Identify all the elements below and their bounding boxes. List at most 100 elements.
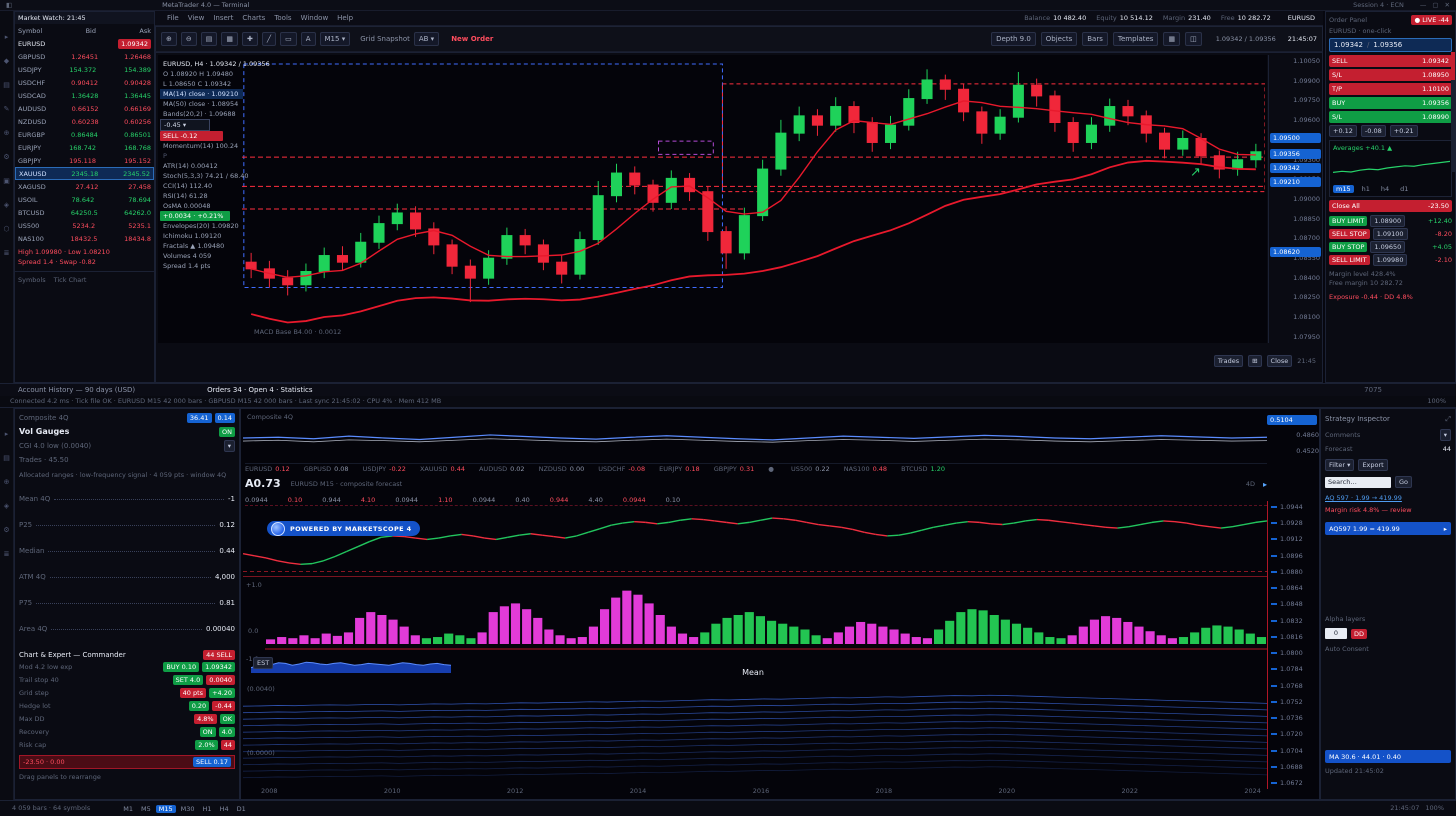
order-button[interactable]: S/L 1.08990 — [1329, 111, 1452, 123]
market-row[interactable]: AUDUSD 0.66152 0.66169 — [15, 102, 154, 115]
expert-log-row[interactable]: Risk cap 2.0% 44 — [19, 738, 235, 751]
export-button[interactable]: Export — [1358, 459, 1387, 471]
bottom-chart-area[interactable]: Composite 4Q 0.5104 0.4860 0.4520 EURUSD… — [240, 408, 1320, 800]
ticker-item[interactable]: EURUSD 0.12 — [245, 465, 290, 474]
indicator-row[interactable]: O 1.08920 H 1.09480 — [160, 69, 250, 79]
expert-log-row[interactable]: Trail stop 40 SET 4.0 0.0040 — [19, 673, 235, 686]
menu-charts[interactable]: Charts — [242, 13, 265, 23]
indicator-row[interactable]: Ichimoku 1.09120 — [160, 231, 250, 241]
col-ask[interactable]: Ask — [139, 27, 151, 35]
panel-scrollbar[interactable] — [1451, 52, 1455, 172]
cgi-dropdown[interactable]: ▾ — [224, 440, 235, 452]
pending-order-row[interactable]: SELL LIMIT 1.09980 -2.10 — [1329, 253, 1452, 266]
indicator-row[interactable]: Momentum(14) 100.24 — [160, 141, 250, 151]
tool-icon[interactable]: ▣ — [3, 177, 10, 185]
tool-icon[interactable]: ▤ — [3, 454, 10, 462]
expert-log-row[interactable]: Max DD 4.8% OK — [19, 712, 235, 725]
toolbar-button[interactable]: Templates — [1113, 32, 1159, 46]
toolbar-icon[interactable]: ▭ — [280, 32, 297, 46]
price-trend-chart[interactable] — [243, 507, 1267, 579]
market-row[interactable]: GBPUSD 1.26451 1.26468 — [15, 50, 154, 63]
market-row[interactable]: USDJPY 154.372 154.389 — [15, 63, 154, 76]
ticker-item[interactable]: EURJPY 0.18 — [659, 465, 700, 474]
market-row[interactable]: USDCAD 1.36428 1.36445 — [15, 89, 154, 102]
col-bid[interactable]: Bid — [86, 27, 96, 35]
tool-icon[interactable]: ◆ — [4, 57, 9, 65]
tool-icon[interactable]: ⚙ — [3, 153, 9, 161]
indicator-row[interactable]: Stoch(5,3,3) 74.21 / 68.40 — [160, 171, 250, 181]
ma-summary-row[interactable]: MA 30.6 · 44.01 · 0.40 — [1325, 750, 1451, 763]
maximize-button[interactable]: ▢ — [1432, 1, 1438, 10]
market-row[interactable]: XAGUSD 27.412 27.458 — [15, 180, 154, 193]
forecast-range-tag[interactable]: 4D — [1246, 480, 1255, 489]
grid-snapshot-button[interactable]: Grid Snapshot — [360, 34, 410, 44]
market-row[interactable]: XAUUSD 2345.18 2345.52 — [15, 167, 154, 180]
timeframe-button[interactable]: D1 — [234, 805, 249, 813]
expert-log-row[interactable]: Hedge lot 0.20 -0.44 — [19, 699, 235, 712]
ticker-item[interactable]: ● — [768, 465, 777, 474]
toolbar-icon[interactable]: ✚ — [242, 32, 258, 46]
market-watch-tab[interactable]: Symbols — [18, 276, 46, 285]
indicator-row[interactable]: CCI(14) 112.40 — [160, 181, 250, 191]
market-top-row[interactable]: EURUSD 1.09342 — [15, 37, 154, 50]
toolbar-button[interactable]: ▦ — [1163, 32, 1180, 46]
indicator-row[interactable]: Fractals ▲ 1.09480 — [160, 241, 250, 251]
tool-icon[interactable]: ▸ — [5, 430, 9, 438]
tool-icon[interactable]: ≣ — [4, 550, 10, 558]
expert-log-row[interactable]: Mod 4.2 low exp BUY 0.10 1.09342 — [19, 660, 235, 673]
result-link[interactable]: AQ 597 · 1.99 → 419.99 — [1325, 494, 1451, 502]
menu-file[interactable]: File — [167, 13, 179, 23]
market-row[interactable]: BTCUSD 64250.5 64262.0 — [15, 206, 154, 219]
ticker-item[interactable]: USDJPY -0.22 — [363, 465, 406, 474]
ticker-item[interactable]: GBPJPY 0.31 — [714, 465, 755, 474]
col-symbol[interactable]: Symbol — [18, 27, 42, 35]
indicator-row[interactable]: Volumes 4 059 — [160, 251, 250, 261]
timeframe-button[interactable]: H1 — [200, 805, 215, 813]
ticker-item[interactable]: NAS100 0.48 — [844, 465, 887, 474]
tool-icon[interactable]: ⊕ — [4, 129, 10, 137]
indicator-row[interactable]: SELL -0.12 — [160, 131, 223, 141]
ticker-item[interactable]: GBPUSD 0.08 — [304, 465, 349, 474]
scrollbar-thumb[interactable] — [1451, 52, 1455, 80]
tool-icon[interactable]: ◈ — [4, 201, 9, 209]
expert-log-row[interactable]: Recovery ON 4.0 — [19, 725, 235, 738]
indicator-row[interactable]: EURUSD, H4 · 1.09342 / 1.09356 — [160, 59, 250, 69]
chart-canvas[interactable]: EURUSD, H4 · 1.09342 / 1.09356 O 1.08920… — [158, 55, 1267, 343]
chart-footer-button[interactable]: Trades — [1214, 355, 1243, 367]
menu-help[interactable]: Help — [337, 13, 353, 23]
indicator-row[interactable]: Spread 1.4 pts — [160, 261, 250, 271]
tool-icon[interactable]: ✎ — [4, 105, 10, 113]
expert-log-row[interactable]: Grid step 40 pts +4.20 — [19, 686, 235, 699]
indicator-row[interactable]: -0.45 ▾ — [160, 119, 210, 131]
order-button[interactable]: SELL 1.09342 — [1329, 55, 1452, 67]
toolbar-icon[interactable]: ▤ — [201, 32, 218, 46]
scale-button[interactable]: h1 — [1359, 185, 1373, 193]
search-input[interactable]: Search… — [1325, 477, 1391, 488]
market-row[interactable]: GBPJPY 195.118 195.152 — [15, 154, 154, 167]
timeframe-button[interactable]: M30 — [178, 805, 198, 813]
tool-icon[interactable]: ◈ — [4, 502, 9, 510]
toolbar-icon[interactable]: ╱ — [262, 32, 276, 46]
minimize-button[interactable]: — — [1420, 1, 1427, 10]
ticker-item[interactable]: US500 0.22 — [791, 465, 830, 474]
expand-arrow[interactable]: ▸ — [1263, 479, 1267, 490]
scale-button[interactable]: m15 — [1333, 185, 1354, 193]
toolbar-icon[interactable]: ⊖ — [181, 32, 197, 46]
toolbar-button[interactable]: Objects — [1041, 32, 1077, 46]
market-row[interactable]: EURGBP 0.86484 0.86501 — [15, 128, 154, 141]
main-candlestick-chart[interactable] — [242, 56, 1265, 342]
order-button[interactable]: T/P 1.10100 — [1329, 83, 1452, 95]
tool-icon[interactable]: ⊕ — [4, 478, 10, 486]
ab-dropdown[interactable]: AB ▾ — [414, 32, 439, 46]
ticker-item[interactable]: XAUUSD 0.44 — [420, 465, 465, 474]
tool-icon[interactable]: ▤ — [3, 81, 10, 89]
toolbar-button[interactable]: Depth 9.0 — [991, 32, 1036, 46]
market-row[interactable]: EURJPY 168.742 168.768 — [15, 141, 154, 154]
timeframe-button[interactable]: H4 — [217, 805, 232, 813]
order-button[interactable]: S/L 1.08950 — [1329, 69, 1452, 81]
menu-window[interactable]: Window — [301, 13, 329, 23]
toolbar-button[interactable]: ◫ — [1185, 32, 1202, 46]
tool-icon[interactable]: ⚙ — [3, 526, 9, 534]
toolbar-icon[interactable]: A — [301, 32, 316, 46]
indicator-row[interactable]: +0.0034 · +0.21% — [160, 211, 230, 221]
